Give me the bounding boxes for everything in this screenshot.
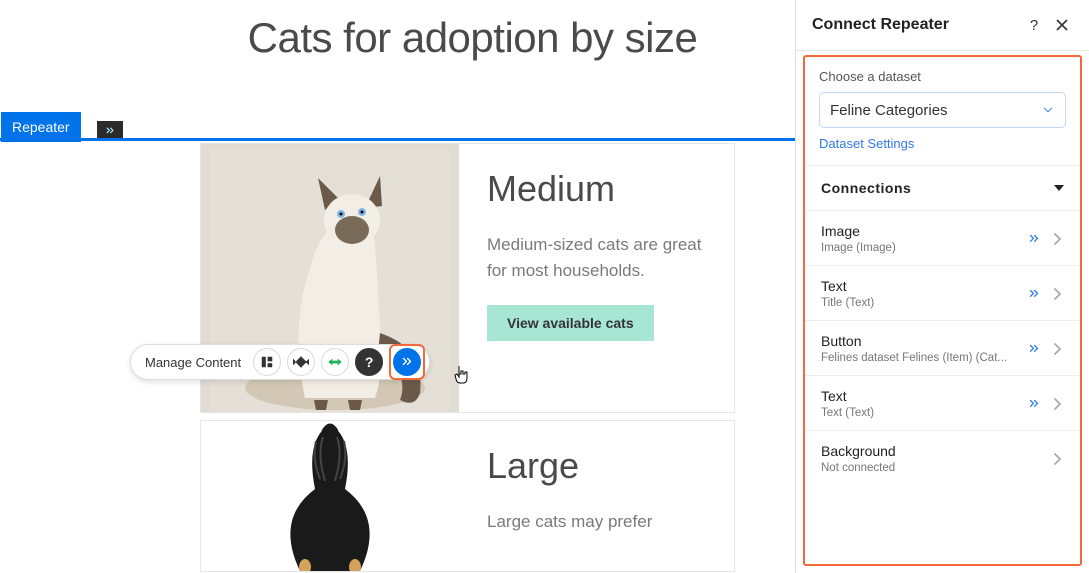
- manage-content-button[interactable]: Manage Content: [145, 355, 241, 370]
- chevron-right-icon: [1050, 288, 1064, 300]
- connected-icon: [1026, 397, 1042, 411]
- connect-data-button[interactable]: [393, 348, 421, 376]
- connections-list: Image Image (Image) Text Title (Text) Bu…: [805, 211, 1080, 485]
- connection-title: Text: [821, 278, 1018, 294]
- chevron-right-icon: [1050, 343, 1064, 355]
- connection-title: Button: [821, 333, 1018, 349]
- connection-subtitle: Title (Text): [821, 297, 1018, 309]
- connection-title: Image: [821, 223, 1018, 239]
- help-icon: ?: [365, 354, 374, 370]
- connected-icon: [1026, 232, 1042, 246]
- black-cat-illustration: [205, 421, 455, 571]
- repeater-item[interactable]: Large Large cats may prefer: [200, 420, 735, 572]
- connection-row-text2[interactable]: Text Text (Text): [805, 376, 1080, 431]
- panel-body-highlight: Choose a dataset Feline Categories Datas…: [803, 55, 1082, 566]
- card-image[interactable]: [201, 421, 459, 571]
- card-body: Large Large cats may prefer: [459, 421, 734, 571]
- animation-icon: [293, 355, 309, 369]
- cursor-pointer-icon: [452, 364, 472, 386]
- triangle-down-icon: [1054, 183, 1064, 193]
- connect-data-highlight: [389, 344, 425, 380]
- connection-subtitle: Image (Image): [821, 242, 1018, 254]
- card-body: Medium Medium-sized cats are great for m…: [459, 144, 734, 412]
- element-floating-toolbar: Manage Content ?: [130, 344, 430, 380]
- connection-subtitle: Text (Text): [821, 407, 1018, 419]
- connection-row-image[interactable]: Image Image (Image): [805, 211, 1080, 266]
- help-icon: ?: [1030, 17, 1038, 34]
- choose-dataset-label: Choose a dataset: [819, 69, 1066, 84]
- connected-icon: [1026, 287, 1042, 301]
- help-button[interactable]: ?: [355, 348, 383, 376]
- chevron-right-icon: [1050, 233, 1064, 245]
- layout-icon: [260, 355, 274, 369]
- chevron-down-icon: [1041, 103, 1055, 117]
- editor-canvas: Cats for adoption by size Repeater: [0, 0, 795, 573]
- connection-row-background[interactable]: Background Not connected: [805, 431, 1080, 485]
- connect-arrow-icon: [103, 124, 117, 138]
- chevron-right-icon: [1050, 453, 1064, 465]
- connection-subtitle: Felines dataset Felines (Item) (Cat...: [821, 352, 1018, 364]
- panel-help-button[interactable]: ?: [1023, 14, 1045, 36]
- stretch-icon: [327, 356, 343, 368]
- stretch-button[interactable]: [321, 348, 349, 376]
- page-title: Cats for adoption by size: [200, 14, 745, 62]
- card-description[interactable]: Large cats may prefer: [487, 509, 706, 535]
- dataset-section: Choose a dataset Feline Categories Datas…: [805, 57, 1080, 166]
- connection-subtitle: Not connected: [821, 462, 1042, 474]
- connection-title: Text: [821, 388, 1018, 404]
- connection-row-button[interactable]: Button Felines dataset Felines (Item) (C…: [805, 321, 1080, 376]
- dataset-settings-link[interactable]: Dataset Settings: [819, 136, 914, 151]
- view-available-button[interactable]: View available cats: [487, 305, 654, 341]
- card-heading[interactable]: Medium: [487, 168, 706, 210]
- panel-header: Connect Repeater ?: [796, 0, 1089, 51]
- panel-title: Connect Repeater: [812, 16, 1017, 34]
- close-icon: [1056, 19, 1068, 31]
- card-heading[interactable]: Large: [487, 445, 706, 487]
- card-description[interactable]: Medium-sized cats are great for most hou…: [487, 232, 706, 283]
- dataset-selected-value: Feline Categories: [830, 102, 948, 119]
- panel-close-button[interactable]: [1051, 14, 1073, 36]
- repeater-top-border: [0, 138, 795, 141]
- layout-button[interactable]: [253, 348, 281, 376]
- connection-title: Background: [821, 443, 1042, 459]
- chevron-right-icon: [1050, 398, 1064, 410]
- animation-button[interactable]: [287, 348, 315, 376]
- connections-label: Connections: [821, 180, 911, 196]
- connect-data-icon: [400, 355, 414, 369]
- connected-icon: [1026, 342, 1042, 356]
- dataset-select[interactable]: Feline Categories: [819, 92, 1066, 128]
- connect-repeater-panel: Connect Repeater ? Choose a dataset Feli…: [795, 0, 1089, 573]
- connections-accordion-header[interactable]: Connections: [805, 166, 1080, 211]
- connection-row-text[interactable]: Text Title (Text): [805, 266, 1080, 321]
